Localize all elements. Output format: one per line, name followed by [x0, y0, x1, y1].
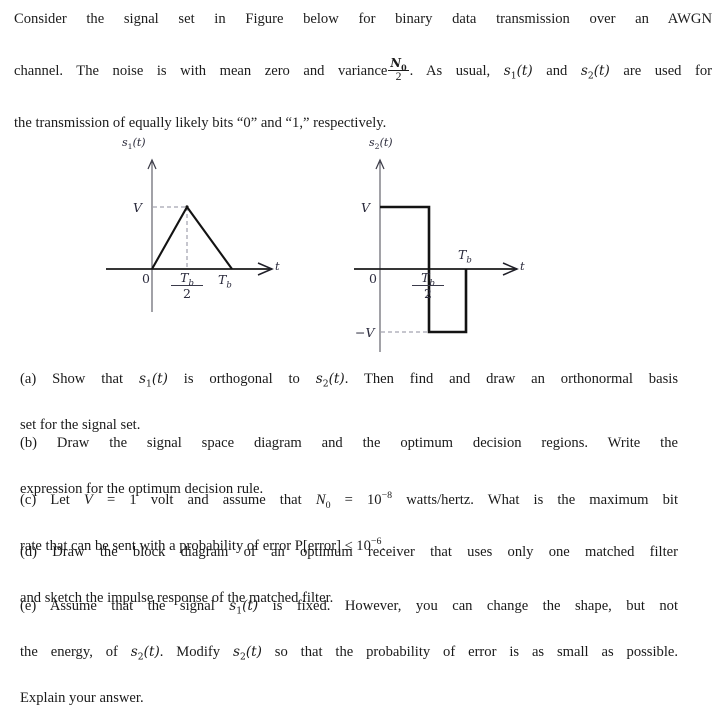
signal-s2-inline: s2(t) — [580, 63, 610, 82]
voltage-symbol: V — [83, 492, 93, 508]
part-e-line-2: the energy, of s2(t). Modify s2(t) so th… — [20, 644, 679, 663]
part-b-line-1: (b) Draw the signal space diagram and th… — [20, 435, 678, 451]
s1-xtick-tb-half: Tb 2 — [171, 271, 203, 300]
noise-variance-fraction: N0 2 — [388, 57, 409, 84]
power-ten-minus-eight: 10−8 — [367, 490, 393, 508]
intro-line-2: channel. The noise is with mean zero and… — [14, 56, 713, 84]
question-part-a: (a) Show that s1(t) is orthogonal to s2(… — [20, 368, 678, 437]
s1-ytick-v: V — [133, 200, 143, 215]
figure-s2-title: s2(t) — [369, 136, 393, 152]
s1-waveform — [151, 205, 233, 270]
part-e-line-1: (e) Assume that the signal s1(t) is fixe… — [20, 598, 679, 617]
question-page: Consider the signal set in Figure below … — [0, 0, 722, 722]
s2-ytick-negative-v: −V — [355, 325, 375, 340]
figure-s1-canvas — [106, 158, 274, 312]
s1-apex-marker — [185, 205, 189, 209]
s2-xtick-tb-half: Tb 2 — [412, 271, 444, 300]
part-a-line-1: (a) Show that s1(t) is orthogonal to s2(… — [20, 371, 678, 390]
part-a-signal-s1: s1(t) — [138, 371, 168, 390]
s1-xaxis-name: t — [275, 259, 280, 273]
figure-s2-canvas — [354, 158, 519, 352]
s2-xtick-tb: Tb — [458, 247, 472, 266]
figure-s1-title: s1(t) — [122, 136, 146, 152]
part-a-signal-s2: s2(t) — [315, 371, 345, 390]
s2-ytick-v: V — [361, 200, 371, 215]
s1-xtick-tb: Tb — [218, 272, 232, 291]
part-e-signal-s2-modify: s2(t) — [232, 644, 262, 663]
noise-psd-symbol: N0 — [315, 492, 331, 511]
fraction-denominator: 2 — [395, 70, 402, 84]
signal-s1-inline: s1(t) — [503, 63, 533, 82]
part-e-signal-s2: s2(t) — [130, 644, 160, 663]
figure-signal-s1: s1(t) V 0 Tb 2 Tb t — [100, 130, 330, 315]
s2-xaxis-name: t — [520, 259, 525, 273]
s2-origin-label: 0 — [369, 271, 377, 286]
intro-paragraph: Consider the signal set in Figure below … — [14, 6, 712, 136]
part-e-signal-s1: s1(t) — [229, 598, 259, 617]
part-c-line-1: (c) Let V = 1 volt and assume that N0 = … — [20, 490, 679, 511]
part-e-line-3: Explain your answer. — [20, 690, 144, 706]
s1-origin-label: 0 — [142, 271, 150, 286]
figure-signal-s2: s2(t) V −V 0 Tb 2 Tb t — [352, 130, 582, 355]
question-part-e: (e) Assume that the signal s1(t) is fixe… — [20, 595, 678, 710]
part-d-line-1: (d) Draw the block diagram of an optimum… — [20, 544, 678, 560]
intro-line-1: Consider the signal set in Figure below … — [14, 11, 712, 27]
